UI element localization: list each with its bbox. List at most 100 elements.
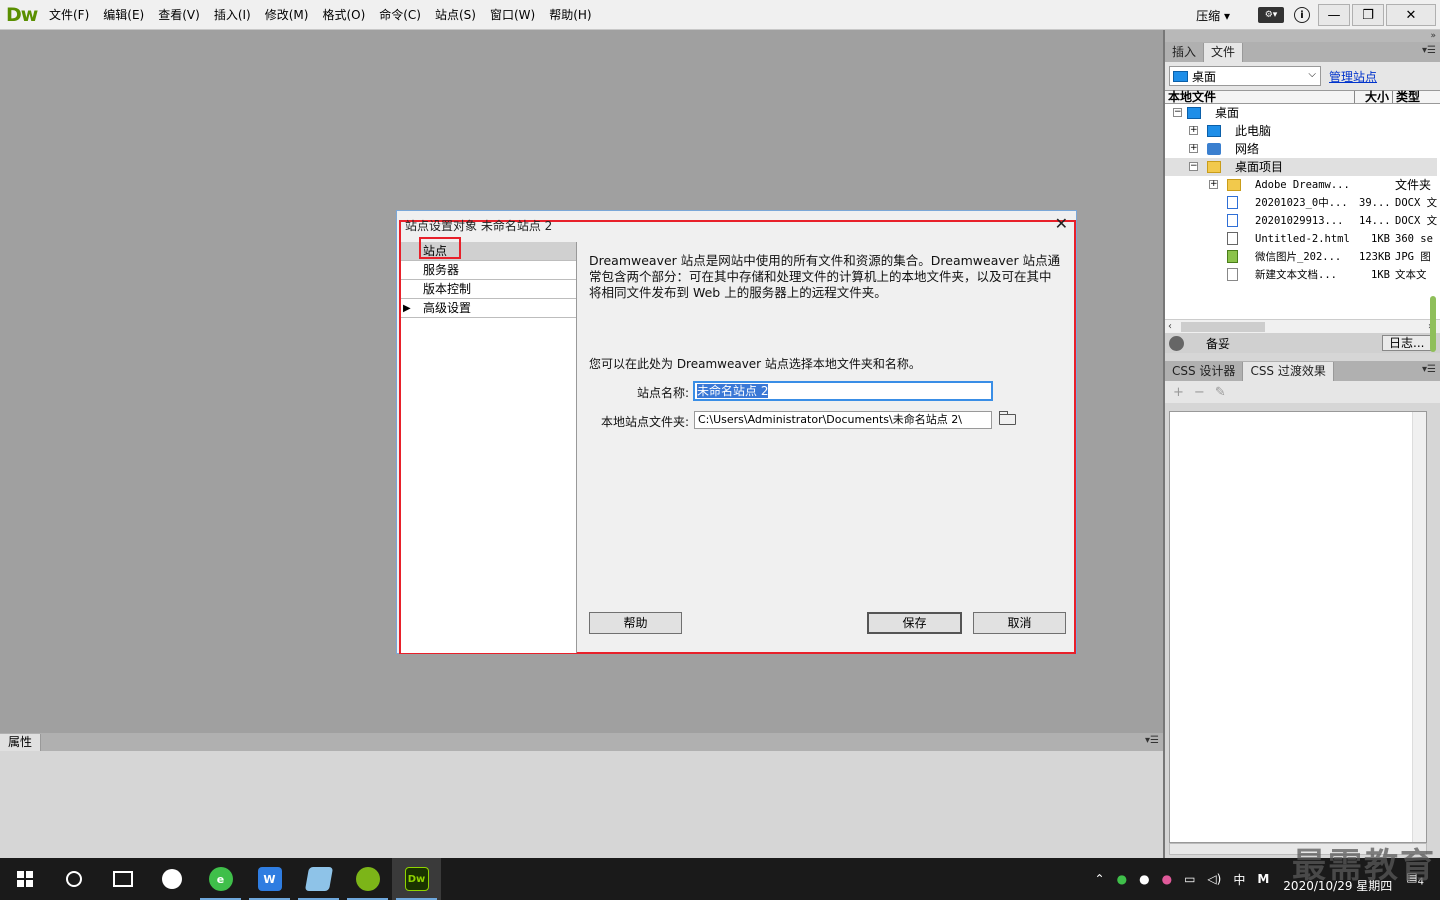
menu-file[interactable]: 文件(F) <box>42 0 96 30</box>
network-icon[interactable]: ▭ <box>1184 872 1195 886</box>
help-button[interactable]: 帮助 <box>589 612 682 634</box>
scrollbar-thumb[interactable] <box>1181 322 1265 332</box>
tree-item-network[interactable]: + 网络 <box>1165 140 1437 158</box>
ime-mode-icon[interactable]: M <box>1257 872 1269 886</box>
menu-commands[interactable]: 命令(C) <box>372 0 428 30</box>
tab-properties[interactable]: 属性 <box>0 734 42 751</box>
qq-icon[interactable]: ● <box>1139 872 1149 886</box>
add-icon[interactable]: + <box>1173 385 1184 400</box>
expand-icon[interactable]: + <box>1209 180 1218 189</box>
chevron-up-icon[interactable]: ⌃ <box>1095 872 1105 886</box>
site-name-label: 站点名称: <box>636 386 689 400</box>
tree-item-file[interactable]: 20201023_0中... 39... DOCX 文 <box>1165 194 1437 212</box>
local-folder-input[interactable]: C:\Users\Administrator\Documents\未命名站点 2… <box>694 411 992 429</box>
column-local-files[interactable]: 本地文件 <box>1165 91 1355 103</box>
collapse-icon[interactable]: − <box>1189 162 1198 171</box>
panel-menu-icon[interactable]: ▾☰ <box>1422 45 1436 56</box>
status-globe-icon <box>1169 335 1184 351</box>
panel-collapse-icon[interactable]: » <box>1165 30 1440 42</box>
tree-item-file[interactable]: 微信图片_202... 123KB JPG 图 <box>1165 248 1437 266</box>
menu-edit[interactable]: 编辑(E) <box>96 0 151 30</box>
log-button[interactable]: 日志... <box>1382 335 1434 351</box>
menu-insert[interactable]: 插入(I) <box>207 0 258 30</box>
restore-button[interactable]: ❐ <box>1352 4 1384 26</box>
taskbar-app-green[interactable] <box>343 858 392 900</box>
save-button[interactable]: 保存 <box>867 612 962 634</box>
menu-format[interactable]: 格式(O) <box>315 0 372 30</box>
category-version-control[interactable]: 版本控制 <box>401 280 576 299</box>
tree-item-desktop-items[interactable]: − 桌面项目 <box>1165 158 1437 176</box>
tree-item-file[interactable]: Untitled-2.html 1KB 360 se <box>1165 230 1437 248</box>
menu-window[interactable]: 窗口(W) <box>483 0 542 30</box>
menu-site[interactable]: 站点(S) <box>428 0 483 30</box>
taskbar-app-pinwheel[interactable] <box>147 858 196 900</box>
edit-icon[interactable]: ✎ <box>1215 385 1226 400</box>
close-icon[interactable]: ✕ <box>1055 216 1068 232</box>
sync-settings-icon[interactable]: ⚙▾ <box>1258 7 1284 23</box>
info-icon[interactable]: i <box>1294 7 1310 23</box>
qq-alt-icon[interactable]: ● <box>1162 872 1172 886</box>
tree-item-file[interactable]: 新建文本文档... 1KB 文本文 <box>1165 266 1437 284</box>
tree-item-file[interactable]: 20201029913... 14... DOCX 文 <box>1165 212 1437 230</box>
site-name-value: 未命名站点 2 <box>697 384 769 398</box>
tree-item-this-pc[interactable]: + 此电脑 <box>1165 122 1437 140</box>
minimize-button[interactable]: — <box>1318 4 1350 26</box>
menu-view[interactable]: 查看(V) <box>151 0 207 30</box>
tree-label: 20201029913... <box>1255 215 1344 227</box>
browser-icon: e <box>208 867 233 891</box>
expand-icon[interactable]: + <box>1189 144 1198 153</box>
expand-arrow-icon[interactable]: ▶ <box>403 299 411 318</box>
collapse-icon[interactable]: − <box>1173 108 1182 117</box>
file-tree-hscrollbar[interactable]: ‹ › <box>1165 319 1440 333</box>
tab-insert[interactable]: 插入 <box>1165 43 1205 62</box>
tab-css-designer[interactable]: CSS 设计器 <box>1165 362 1244 381</box>
file-type: DOCX 文 <box>1395 215 1438 227</box>
close-button[interactable]: ✕ <box>1386 4 1436 26</box>
pinwheel-icon <box>161 869 182 889</box>
text-file-icon <box>1227 268 1238 281</box>
column-type[interactable]: 类型 <box>1393 91 1437 103</box>
file-type: DOCX 文 <box>1395 197 1438 209</box>
category-servers[interactable]: 服务器 <box>401 261 576 280</box>
taskbar-app-dreamweaver[interactable]: Dw <box>392 858 441 900</box>
category-advanced[interactable]: ▶ 高级设置 <box>401 299 576 318</box>
scroll-left-icon[interactable]: ‹ <box>1168 320 1172 334</box>
file-size: 1KB <box>1371 233 1390 245</box>
panel-menu-icon[interactable]: ▾☰ <box>1145 735 1159 746</box>
tab-css-transitions[interactable]: CSS 过渡效果 <box>1243 362 1334 381</box>
wechat-icon[interactable]: ● <box>1117 872 1127 886</box>
taskbar-app-wps[interactable]: W <box>245 858 294 900</box>
menu-modify[interactable]: 修改(M) <box>258 0 316 30</box>
css-transitions-list <box>1169 411 1427 843</box>
taskbar-app-notes[interactable] <box>294 858 343 900</box>
column-size[interactable]: 大小 <box>1355 91 1393 103</box>
task-view-button[interactable] <box>98 858 147 900</box>
tree-item-desktop[interactable]: − 桌面 <box>1165 104 1437 122</box>
taskbar-app-browser[interactable]: e <box>196 858 245 900</box>
tab-files[interactable]: 文件 <box>1204 43 1244 62</box>
workspace-switcher[interactable]: 压缩 ▾ <box>1196 7 1230 24</box>
watermark: 最需教育 <box>1292 846 1436 886</box>
panel-menu-icon[interactable]: ▾☰ <box>1422 364 1436 375</box>
category-site[interactable]: 站点 <box>401 237 576 261</box>
menu-help[interactable]: 帮助(H) <box>542 0 598 30</box>
expand-icon[interactable]: + <box>1189 126 1198 135</box>
start-button[interactable] <box>0 858 49 900</box>
site-setup-dialog: 站点设置对象 未命名站点 2 ✕ 站点 服务器 版本控制 ▶ 高级设置 Drea… <box>396 210 1077 654</box>
css-vscrollbar[interactable] <box>1412 412 1426 842</box>
css-panel-tabs: CSS 设计器 CSS 过渡效果 ▾☰ <box>1165 361 1440 381</box>
search-button[interactable] <box>49 858 98 900</box>
manage-sites-link[interactable]: 管理站点 <box>1329 68 1377 85</box>
ime-indicator[interactable]: 中 <box>1233 871 1245 888</box>
remove-icon[interactable]: − <box>1194 385 1205 400</box>
tree-item-adobe-folder[interactable]: + Adobe Dreamw... 文件夹 <box>1165 176 1437 194</box>
volume-icon[interactable]: ◁) <box>1207 872 1221 886</box>
file-type: 文本文 <box>1395 269 1427 281</box>
site-description: Dreamweaver 站点是网站中使用的所有文件和资源的集合。Dreamwea… <box>589 253 1061 300</box>
site-select[interactable]: 桌面 ⌵ <box>1169 66 1321 86</box>
browse-folder-icon[interactable] <box>999 411 1016 425</box>
site-name-input[interactable]: 未命名站点 2 <box>693 381 993 401</box>
panel-scroll-thumb[interactable] <box>1430 296 1436 352</box>
category-list: 站点 服务器 版本控制 ▶ 高级设置 <box>401 237 577 653</box>
cancel-button[interactable]: 取消 <box>973 612 1066 634</box>
